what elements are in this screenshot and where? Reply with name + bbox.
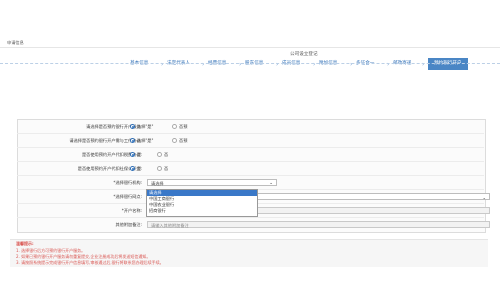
field-label: 其他附加备注:: [115, 222, 142, 227]
bank-type-select[interactable]: 请选择 ⌄: [147, 179, 277, 186]
step-business-info[interactable]: 经营信息: [208, 58, 226, 70]
radio-yes-label: 选择"是": [137, 124, 154, 129]
step-dotted-line: [0, 63, 500, 64]
radio-no[interactable]: [157, 152, 162, 157]
bank-type-dropdown-list: 请选择 中国工商银行 中国农业银行 招商银行: [146, 189, 258, 217]
other-notes-input[interactable]: 请输入其他附加备注: [147, 221, 490, 228]
radio-no-label: 否: [164, 152, 169, 157]
tips-title: 温馨提示:: [16, 241, 34, 246]
step-additional-info[interactable]: 附加信息: [319, 58, 337, 70]
radio-no-label: 否: [164, 166, 169, 171]
chevron-down-icon: ⌄: [269, 181, 273, 186]
step-basic-info[interactable]: 基本信息: [130, 58, 148, 70]
dropdown-option[interactable]: 招商银行: [147, 208, 257, 214]
tips-box: 温馨提示: 1. 选择银行后方可预约银行开户服务。 2. 如果已预约银行开户服务…: [10, 239, 488, 267]
radio-yes[interactable]: [130, 166, 135, 171]
radio-yes[interactable]: [130, 124, 135, 129]
radio-no[interactable]: [157, 166, 162, 171]
steps-caption: 公司设立登记: [290, 52, 318, 57]
input-placeholder: 请输入其他附加备注: [151, 223, 189, 228]
step-postal-delivery[interactable]: 邮政寄递: [393, 58, 411, 70]
divider: [0, 47, 500, 48]
radio-yes-label: 选择"是": [137, 138, 154, 143]
radio-yes-label: 是: [137, 152, 142, 157]
step-shareholder-info[interactable]: 股东信息: [245, 58, 263, 70]
radio-no[interactable]: [172, 138, 177, 143]
select-value: 请选择: [151, 181, 164, 186]
step-progress-bar: 基本信息 › 法定代表人 › 经营信息 › 股东信息 › 成员信息 › 附加信息…: [116, 58, 484, 70]
radio-yes[interactable]: [130, 152, 135, 157]
form-row-tax-agreement: 是否使用预约开户代扣税费协议: 是 否: [17, 149, 484, 162]
chevron-down-icon: ⌄: [482, 195, 486, 200]
radio-no-label: 否预: [179, 138, 188, 143]
field-label: *选择银行机构:: [113, 180, 142, 185]
step-bank-account[interactable]: 预约银行开户: [428, 58, 468, 70]
tab-application-info[interactable]: 申请信息: [7, 40, 24, 46]
radio-no[interactable]: [172, 124, 177, 129]
form-row-work-agreement: 请选择是否预约银行开户需与工作协议: 选择"是" 否预: [17, 135, 484, 148]
field-label: *开户名称:: [121, 208, 142, 213]
tips-line: 3. 请按照系统提示完成银行开户信息填写,审核通过后,银行将联系您办理后续手续。: [16, 260, 164, 265]
step-multi-cert[interactable]: 多证合一: [356, 58, 374, 70]
form-row-other-notes: 其他附加备注: 请输入其他附加备注: [17, 219, 490, 231]
radio-no-label: 否预: [179, 124, 188, 129]
form-row-social-security: 是否使用预约开户代扣社保公积金: 是 否: [17, 163, 484, 176]
field-label: *选择银行网点:: [113, 194, 142, 199]
step-legal-representative[interactable]: 法定代表人: [167, 58, 190, 70]
step-member-info[interactable]: 成员信息: [282, 58, 300, 70]
form-row-bank-service: 请选择是否预约银行开户服务: 选择"是" 否预: [17, 121, 484, 134]
radio-yes-label: 是: [137, 166, 142, 171]
radio-yes[interactable]: [130, 138, 135, 143]
